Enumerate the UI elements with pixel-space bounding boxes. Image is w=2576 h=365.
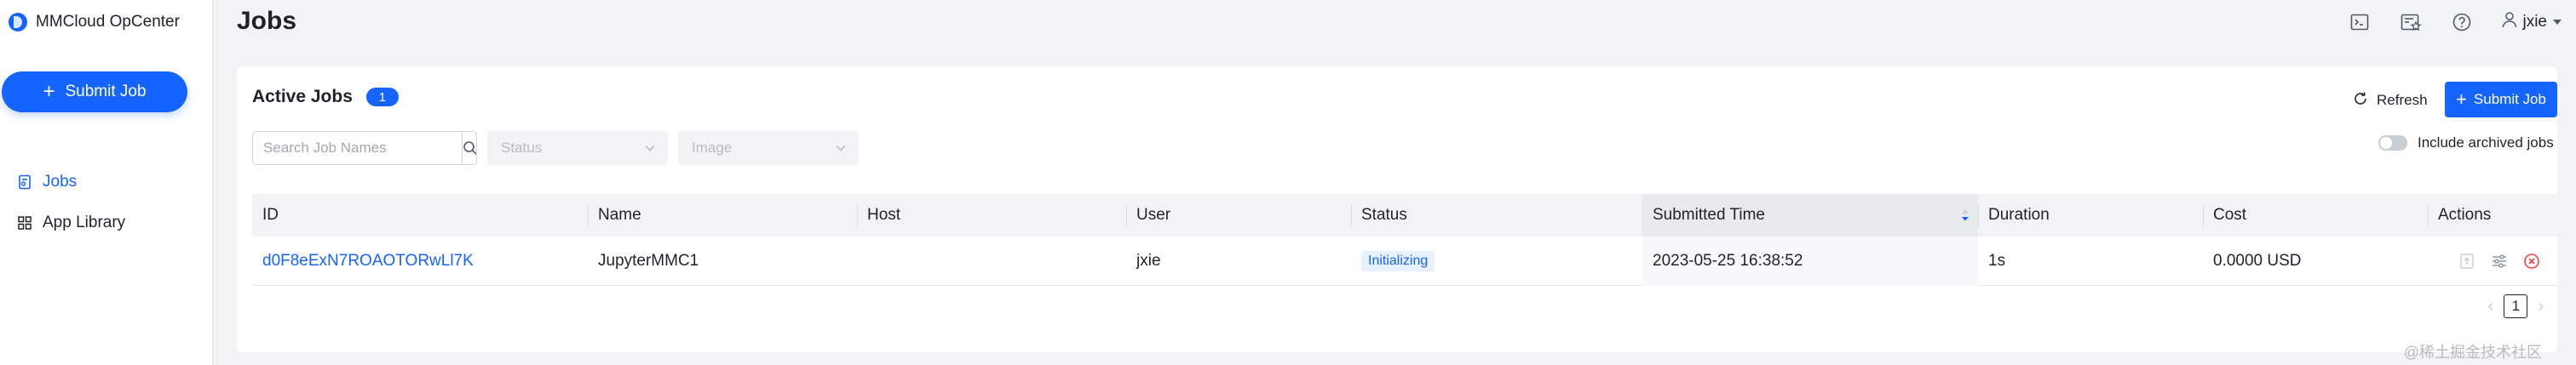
- jobs-table: ID Name Host User Status Submitted Time …: [252, 194, 2557, 286]
- brand-logo-icon: [9, 13, 27, 31]
- brand[interactable]: MMCloud OpCenter: [9, 12, 180, 32]
- submit-job-card-button[interactable]: + Submit Job: [2445, 82, 2557, 117]
- job-host-cell: [857, 237, 1126, 286]
- submit-job-label: Submit Job: [65, 83, 147, 100]
- search-icon[interactable]: [462, 132, 476, 164]
- job-id-link[interactable]: d0F8eExN7ROAOTORwLl7K: [262, 252, 474, 271]
- page-title: Jobs: [237, 7, 297, 35]
- job-actions-cell: [2428, 237, 2557, 286]
- column-header-user[interactable]: User: [1126, 194, 1351, 237]
- status-badge: Initializing: [1361, 251, 1435, 271]
- column-header-id[interactable]: ID: [252, 194, 588, 237]
- table-header: ID Name Host User Status Submitted Time …: [252, 194, 2557, 237]
- active-jobs-card: Active Jobs 1 Refresh + Submit Job Statu…: [237, 66, 2557, 352]
- user-menu[interactable]: jxie: [2502, 11, 2562, 33]
- refresh-label: Refresh: [2377, 92, 2428, 108]
- sort-icon[interactable]: [1961, 208, 1969, 222]
- job-search: [252, 131, 477, 165]
- status-select-placeholder: Status: [501, 140, 543, 156]
- include-archived-toggle[interactable]: [2378, 135, 2407, 151]
- plus-icon: +: [2456, 88, 2467, 110]
- sidebar: MMCloud OpCenter + Submit Job Jobs App L…: [0, 0, 213, 365]
- settings-sliders-icon[interactable]: [2491, 253, 2508, 270]
- jobs-icon: [17, 174, 32, 190]
- column-header-host[interactable]: Host: [857, 194, 1126, 237]
- card-title: Active Jobs 1: [252, 87, 399, 107]
- cancel-job-icon[interactable]: [2523, 253, 2540, 270]
- column-header-actions: Actions: [2428, 194, 2557, 237]
- job-user-cell: jxie: [1136, 252, 1161, 270]
- column-header-duration[interactable]: Duration: [1978, 194, 2203, 237]
- user-icon: [2502, 11, 2517, 33]
- watermark: @稀土掘金技术社区: [2403, 344, 2542, 361]
- column-header-submitted-time[interactable]: Submitted Time: [1642, 194, 1978, 237]
- user-name: jxie: [2522, 13, 2547, 31]
- sidebar-nav: Jobs App Library: [0, 162, 212, 243]
- prev-page-icon[interactable]: ‹: [2488, 297, 2494, 317]
- page-number-current[interactable]: 1: [2504, 294, 2528, 318]
- column-header-label: Submitted Time: [1653, 206, 1765, 224]
- active-jobs-title: Active Jobs: [252, 87, 353, 106]
- column-header-status[interactable]: Status: [1351, 194, 1642, 237]
- app-library-icon: [17, 215, 32, 231]
- next-page-icon[interactable]: ›: [2538, 297, 2544, 317]
- refresh-button[interactable]: Refresh: [2353, 83, 2428, 117]
- sidebar-item-label: Jobs: [43, 173, 78, 191]
- chevron-down-icon: [835, 140, 847, 157]
- job-status-cell: Initializing: [1351, 237, 1642, 286]
- export-icon[interactable]: [2458, 253, 2475, 270]
- search-input[interactable]: [253, 132, 462, 164]
- header-actions: jxie: [2349, 9, 2562, 36]
- job-cost-cell: 0.0000 USD: [2213, 252, 2302, 270]
- job-duration-cell: 1s: [1988, 252, 2006, 270]
- news-star-icon[interactable]: [2400, 11, 2423, 33]
- column-header-cost[interactable]: Cost: [2203, 194, 2428, 237]
- job-count-badge: 1: [365, 88, 399, 106]
- submit-job-card-label: Submit Job: [2473, 91, 2546, 107]
- job-submitted-time-cell: 2023-05-25 16:38:52: [1642, 237, 1978, 286]
- column-header-name[interactable]: Name: [588, 194, 857, 237]
- include-archived-label: Include archived jobs: [2418, 134, 2554, 151]
- include-archived: Include archived jobs: [2378, 134, 2554, 151]
- help-icon[interactable]: [2451, 11, 2473, 33]
- sidebar-item-app-library[interactable]: App Library: [0, 202, 212, 243]
- caret-down-icon: [2552, 13, 2562, 31]
- chevron-down-icon: [644, 140, 656, 157]
- header: Jobs jxie: [213, 0, 2576, 48]
- image-select[interactable]: Image: [678, 131, 859, 165]
- sidebar-item-jobs[interactable]: Jobs: [0, 162, 212, 202]
- pagination: ‹ 1 ›: [2488, 294, 2544, 318]
- brand-name: MMCloud OpCenter: [36, 13, 180, 31]
- job-id-cell: d0F8eExN7ROAOTORwLl7K: [252, 237, 588, 286]
- plus-icon: +: [43, 80, 55, 103]
- refresh-icon: [2353, 91, 2368, 111]
- table-row: d0F8eExN7ROAOTORwLl7K JupyterMMC1 jxie I…: [252, 237, 2557, 286]
- filters: Status Image: [252, 131, 859, 165]
- terminal-icon[interactable]: [2349, 11, 2371, 33]
- image-select-placeholder: Image: [692, 140, 733, 156]
- sidebar-item-label: App Library: [43, 214, 126, 231]
- submit-job-button[interactable]: + Submit Job: [2, 71, 187, 112]
- job-name-cell: JupyterMMC1: [598, 252, 699, 270]
- status-select[interactable]: Status: [487, 131, 668, 165]
